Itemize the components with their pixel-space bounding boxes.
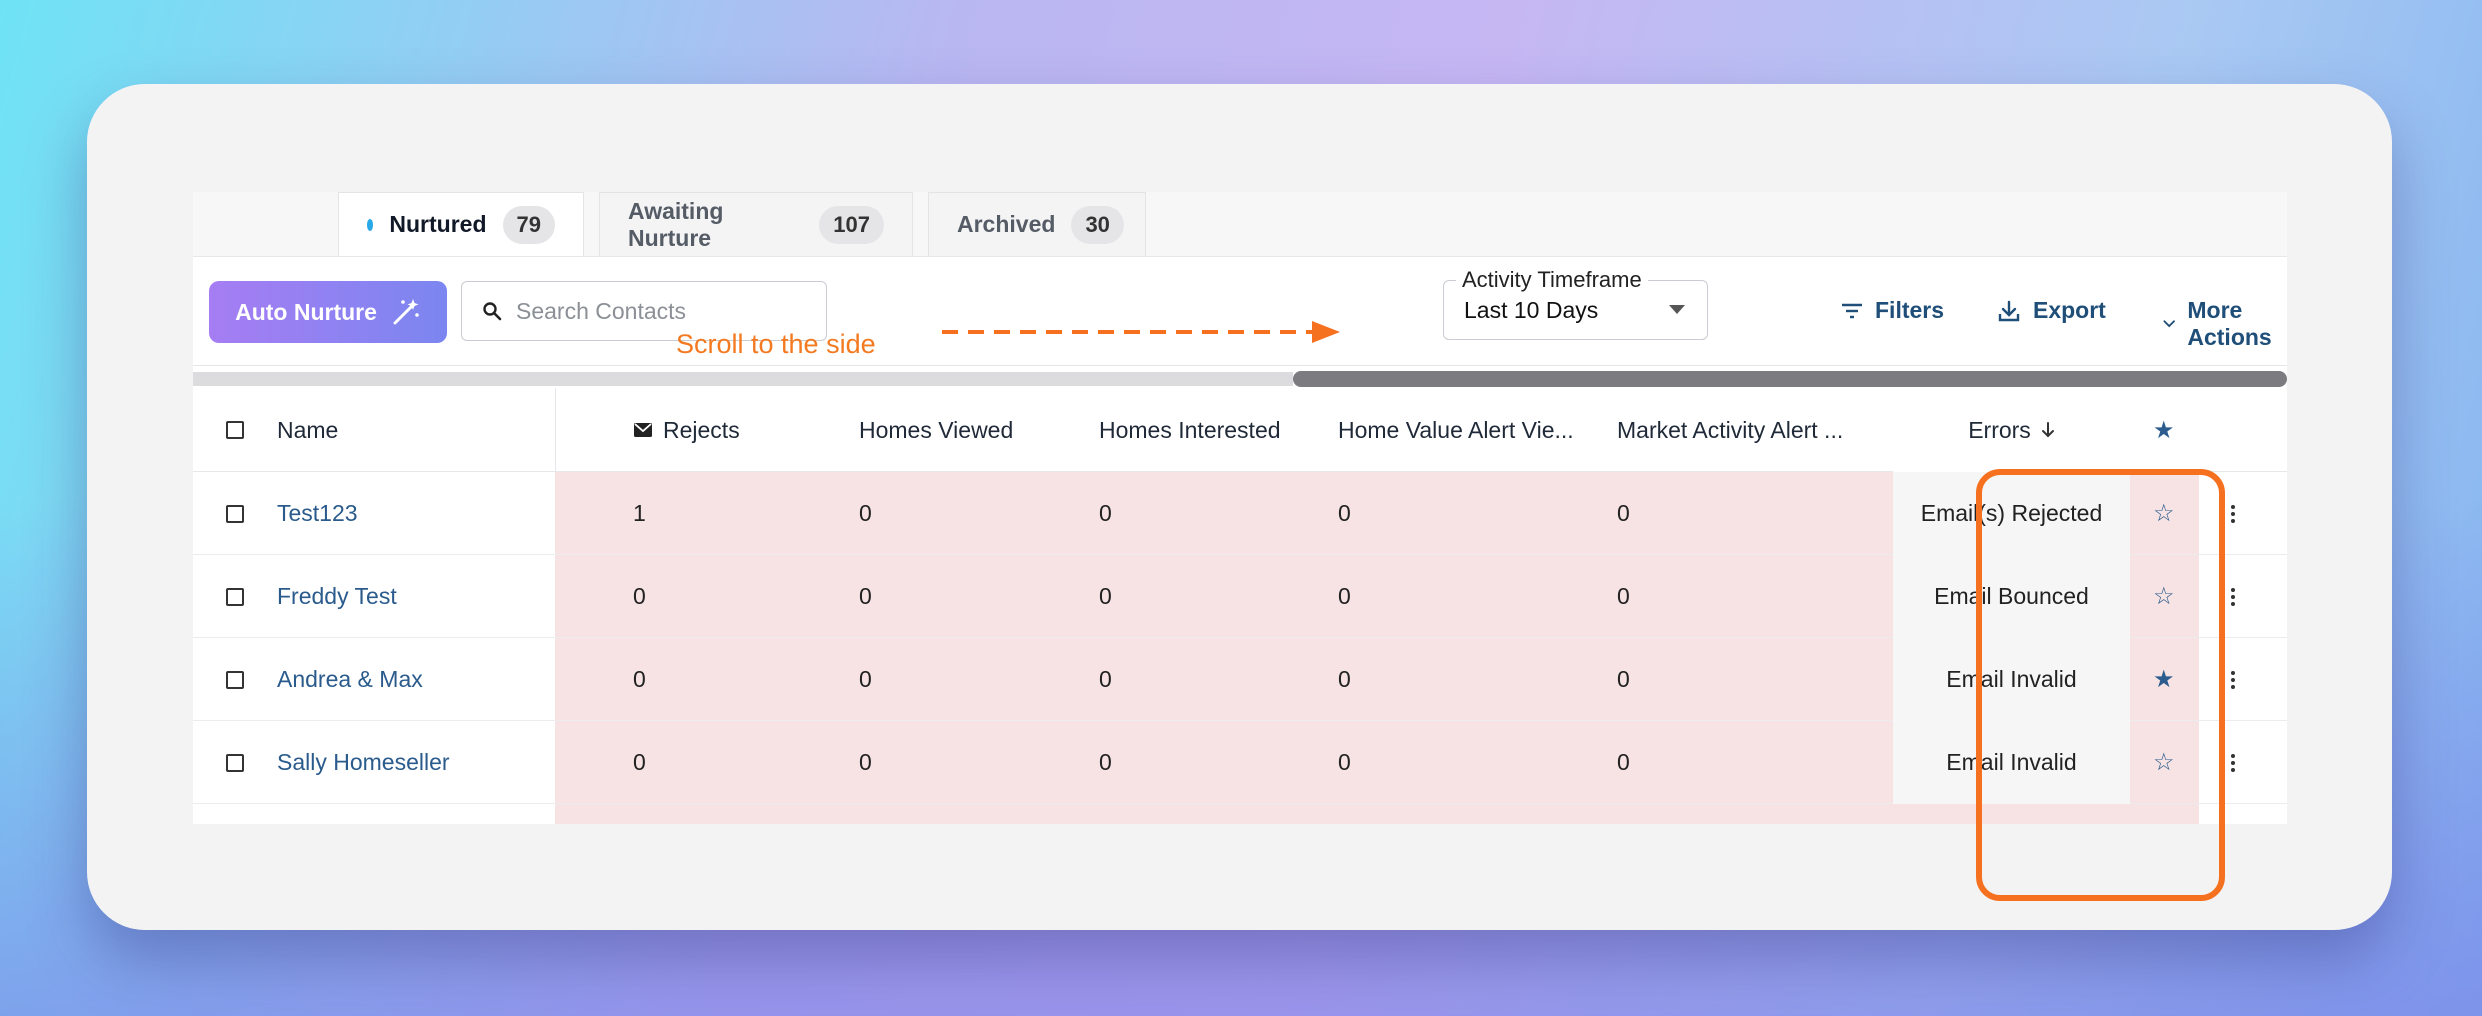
tab-label: Archived [957, 211, 1056, 237]
column-market-activity-alert[interactable]: Market Activity Alert ... [1617, 388, 1843, 472]
auto-nurture-label: Auto Nurture [235, 298, 377, 325]
export-label: Export [2033, 297, 2106, 323]
search-icon [483, 302, 502, 321]
contact-name-link[interactable]: Sally Homeseller [277, 721, 450, 804]
envelope-icon [634, 423, 652, 437]
chevron-down-icon [2163, 320, 2175, 328]
market-activity-value: 0 [1617, 749, 1630, 775]
activity-timeframe-select[interactable]: Activity Timeframe Last 10 Days [1443, 267, 1708, 340]
tab-nurtured[interactable]: Nurtured 79 [338, 192, 584, 256]
home-value-alert-value: 0 [1338, 666, 1351, 692]
market-activity-value: 0 [1617, 583, 1630, 609]
row-actions-kebab-icon[interactable] [2231, 721, 2235, 804]
tab-label: Awaiting Nurture [628, 197, 724, 251]
homes-viewed-value: 0 [859, 666, 872, 692]
market-activity-value: 0 [1617, 500, 1630, 526]
toolbar: Auto Nurture Activity Timeframe Last 10 … [193, 256, 2287, 366]
column-divider [555, 388, 556, 472]
search-input[interactable] [516, 297, 806, 325]
horizontal-scrollbar[interactable] [193, 366, 2287, 388]
star-filled-icon: ★ [2153, 416, 2175, 444]
export-button[interactable]: Export [1997, 297, 2106, 324]
table-row[interactable]: Andrea & Max 0 0 0 0 0 Email Invalid ★ [193, 638, 2287, 721]
filters-button[interactable]: Filters [1841, 297, 1944, 324]
screenshot-card: Nurtured 79 Awaiting Nurture 107 Archive… [87, 84, 2392, 930]
rejects-value: 0 [633, 749, 646, 775]
magic-wand-icon [393, 299, 419, 325]
timeframe-label: Activity Timeframe [1456, 267, 1648, 293]
column-homes-interested[interactable]: Homes Interested [1099, 388, 1281, 472]
homes-interested-value: 0 [1099, 500, 1112, 526]
homes-viewed-value: 0 [859, 583, 872, 609]
errors-highlight-box [1976, 469, 2225, 901]
column-favorite[interactable]: ★ [2153, 388, 2175, 472]
more-actions-button[interactable]: More Actions [2163, 297, 2287, 351]
homes-interested-value: 0 [1099, 666, 1112, 692]
contact-name-link[interactable]: Andrea & Max [277, 638, 423, 721]
auto-nurture-button[interactable]: Auto Nurture [209, 281, 447, 343]
table-row[interactable]: Freddy Test 0 0 0 0 0 Email Bounced ☆ [193, 555, 2287, 638]
market-activity-value: 0 [1617, 666, 1630, 692]
homes-interested-value: 0 [1099, 583, 1112, 609]
more-actions-label: More Actions [2187, 297, 2272, 350]
scrollbar-track[interactable] [193, 372, 1293, 386]
row-actions-kebab-icon[interactable] [2231, 472, 2235, 555]
table-row-partial [193, 804, 2287, 824]
row-checkbox[interactable] [226, 555, 244, 638]
homes-interested-value: 0 [1099, 749, 1112, 775]
filters-label: Filters [1875, 297, 1945, 323]
table-row[interactable]: Sally Homeseller 0 0 0 0 0 Email Invalid… [193, 721, 2287, 804]
row-actions-kebab-icon[interactable] [2231, 555, 2235, 638]
scrollbar-thumb[interactable] [1293, 371, 2287, 387]
tab-count: 79 [502, 205, 555, 244]
scroll-annotation-text: Scroll to the side [676, 329, 876, 359]
row-checkbox[interactable] [226, 638, 244, 721]
homes-viewed-value: 0 [859, 749, 872, 775]
rejects-value: 0 [633, 666, 646, 692]
rejects-value: 0 [633, 583, 646, 609]
column-name[interactable]: Name [277, 388, 338, 472]
home-value-alert-value: 0 [1338, 583, 1351, 609]
tabs-bar: Nurtured 79 Awaiting Nurture 107 Archive… [193, 192, 2287, 256]
errors-label: Errors [1968, 416, 2031, 443]
contact-name-link[interactable]: Test123 [277, 472, 358, 555]
rejects-value: 1 [633, 500, 646, 526]
download-icon [1998, 300, 2020, 321]
active-dot [367, 218, 374, 231]
timeframe-value: Last 10 Days [1464, 297, 1599, 323]
home-value-alert-value: 0 [1338, 500, 1351, 526]
tab-label: Nurtured [389, 211, 487, 237]
column-homes-viewed[interactable]: Homes Viewed [859, 388, 1013, 472]
rejects-label: Rejects [663, 416, 740, 443]
row-checkbox[interactable] [226, 472, 244, 555]
row-actions-kebab-icon[interactable] [2231, 638, 2235, 721]
contact-name-link[interactable]: Freddy Test [277, 555, 397, 638]
tab-archived[interactable]: Archived 30 [928, 192, 1146, 256]
column-errors[interactable]: Errors [1893, 388, 2130, 472]
table-header: Name Rejects Homes Viewed Homes Interest… [193, 388, 2287, 472]
column-rejects[interactable]: Rejects [633, 388, 740, 472]
homes-viewed-value: 0 [859, 500, 872, 526]
arrow-down-icon [2041, 422, 2054, 438]
filter-icon [1842, 303, 1862, 318]
row-checkbox[interactable] [226, 721, 244, 804]
home-value-alert-value: 0 [1338, 749, 1351, 775]
table-row[interactable]: Test123 1 0 0 0 0 Email(s) Rejected ☆ [193, 472, 2287, 555]
select-all-checkbox[interactable] [226, 388, 244, 472]
error-row-highlight [555, 804, 2199, 824]
column-home-value-alert[interactable]: Home Value Alert Vie... [1338, 388, 1574, 472]
tab-count: 107 [819, 205, 884, 244]
dashed-arrow-icon [942, 321, 1340, 343]
caret-down-icon [1669, 305, 1685, 314]
tab-count: 30 [1071, 205, 1124, 244]
tab-awaiting-nurture[interactable]: Awaiting Nurture 107 [599, 192, 913, 256]
contacts-panel: Nurtured 79 Awaiting Nurture 107 Archive… [193, 192, 2287, 824]
